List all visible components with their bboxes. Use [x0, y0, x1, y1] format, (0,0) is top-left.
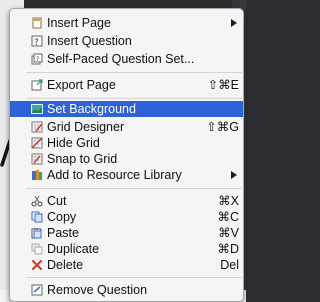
svg-text:?: ? [34, 38, 39, 47]
shortcut-label: Del [220, 258, 239, 272]
menu-item-label: Remove Question [47, 283, 148, 297]
menu-item-hide-grid[interactable]: Hide Grid [10, 135, 243, 151]
menu-item-cut[interactable]: Cut ⌘X [10, 193, 243, 209]
menu-item-label: Copy [47, 210, 77, 224]
shortcut-label: ⌘X [218, 194, 239, 208]
menu-separator [26, 98, 242, 99]
scissors-icon [30, 195, 43, 207]
paste-icon [30, 227, 43, 239]
menu-item-label: Hide Grid [47, 136, 100, 150]
menu-item-label: Set Background [47, 102, 136, 116]
delete-x-icon [30, 259, 43, 271]
export-page-icon [30, 79, 43, 91]
menu-item-snap-to-grid[interactable]: Snap to Grid [10, 151, 243, 167]
shortcut-label: ⌘C [217, 210, 239, 224]
menu-item-copy[interactable]: Copy ⌘C [10, 209, 243, 225]
insert-page-icon [30, 17, 43, 29]
menu-item-label: Snap to Grid [47, 152, 118, 166]
menu-item-add-to-resource-library[interactable]: Add to Resource Library [10, 167, 243, 183]
menu-item-label: Paste [47, 226, 79, 240]
menu-item-paste[interactable]: Paste ⌘V [10, 225, 243, 241]
menu-item-label: Grid Designer [47, 120, 125, 134]
menu-item-label: Insert Question [47, 34, 132, 48]
submenu-arrow-icon [231, 19, 237, 27]
menu-separator [26, 277, 242, 278]
menu-separator [26, 188, 242, 189]
menu-separator [26, 72, 242, 73]
copy-icon [30, 211, 43, 223]
menu-item-label: Cut [47, 194, 67, 208]
snap-to-grid-icon [30, 153, 43, 165]
duplicate-icon [30, 243, 43, 255]
menu-item-label: Add to Resource Library [47, 168, 182, 182]
menu-item-delete[interactable]: Delete Del [10, 257, 243, 273]
svg-text:?: ? [36, 56, 39, 63]
menu-item-label: Delete [47, 258, 84, 272]
menu-item-export-page[interactable]: Export Page ⇧⌘E [10, 77, 243, 93]
menu-item-insert-page[interactable]: Insert Page [10, 15, 243, 31]
menu-item-self-paced-question-set[interactable]: ? Self-Paced Question Set... [10, 51, 243, 67]
menu-item-remove-question[interactable]: Remove Question [10, 282, 243, 298]
shortcut-label: ⇧⌘E [207, 78, 239, 92]
remove-question-icon [30, 284, 43, 296]
menu-item-label: Duplicate [47, 242, 100, 256]
context-menu: Insert Page ? Insert Question ? Self-Pac… [9, 8, 244, 302]
self-paced-question-set-icon: ? [30, 53, 43, 65]
menu-item-grid-designer[interactable]: Grid Designer ⇧⌘G [10, 119, 243, 135]
menu-item-insert-question[interactable]: ? Insert Question [10, 33, 243, 49]
grid-designer-icon [30, 121, 43, 133]
submenu-arrow-icon [231, 171, 237, 179]
shortcut-label: ⌘V [218, 226, 239, 240]
insert-question-icon: ? [30, 35, 43, 47]
add-to-resource-library-icon [30, 169, 43, 181]
menu-item-set-background[interactable]: Set Background [10, 101, 243, 117]
menu-item-label: Self-Paced Question Set... [47, 52, 195, 66]
menu-item-duplicate[interactable]: Duplicate ⌘D [10, 241, 243, 257]
shortcut-label: ⌘D [217, 242, 239, 256]
menu-item-label: Insert Page [47, 16, 111, 30]
hide-grid-icon [30, 137, 43, 149]
shortcut-label: ⇧⌘G [206, 120, 239, 134]
menu-item-label: Export Page [47, 78, 116, 92]
set-background-icon [30, 103, 43, 115]
